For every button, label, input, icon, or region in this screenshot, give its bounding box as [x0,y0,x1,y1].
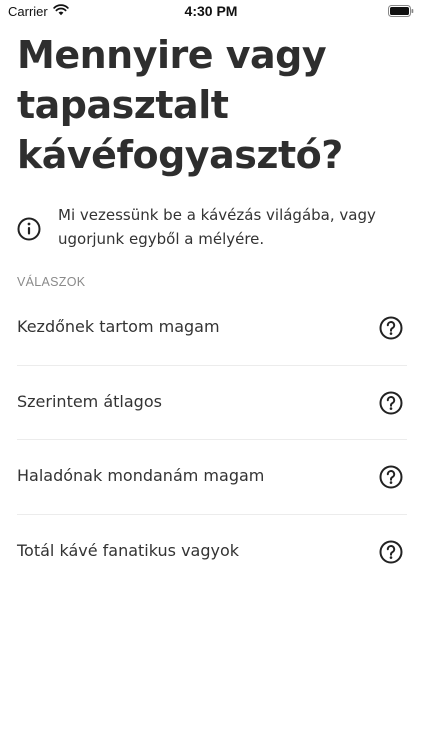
help-icon[interactable] [379,316,403,340]
info-text: Mi vezessünk be a kávézás világába, vagy… [58,206,376,248]
screen: Carrier 4:30 PM Mennyire vagy tapasztalt… [0,0,422,750]
info-icon [17,217,41,241]
battery-icon [388,4,414,17]
help-icon[interactable] [379,540,403,564]
help-icon[interactable] [379,391,403,415]
status-time: 4:30 PM [184,3,238,19]
answer-option-beginner[interactable]: Kezdőnek tartom magam [17,291,407,366]
answer-label: Haladónak mondanám magam [17,466,265,485]
help-icon[interactable] [379,465,403,489]
answer-list: Kezdőnek tartom magam Szerintem átlagos [0,291,422,589]
info-row: Mi vezessünk be a kávézás világába, vagy… [17,203,413,253]
answer-label: Szerintem átlagos [17,391,162,411]
answer-option-average[interactable]: Szerintem átlagos [17,366,407,440]
page-title: Mennyire vagy tapasztalt kávéfogyasztó? [17,33,343,177]
status-bar: Carrier 4:30 PM [0,0,422,22]
answer-option-fanatic[interactable]: Totál kávé fanatikus vagyok [17,515,407,590]
answer-label: Totál kávé fanatikus vagyok [17,540,240,560]
section-header: VÁLASZOK [17,275,86,289]
answer-option-advanced[interactable]: Haladónak mondanám magam [17,440,407,515]
answer-label: Kezdőnek tartom magam [17,317,220,336]
